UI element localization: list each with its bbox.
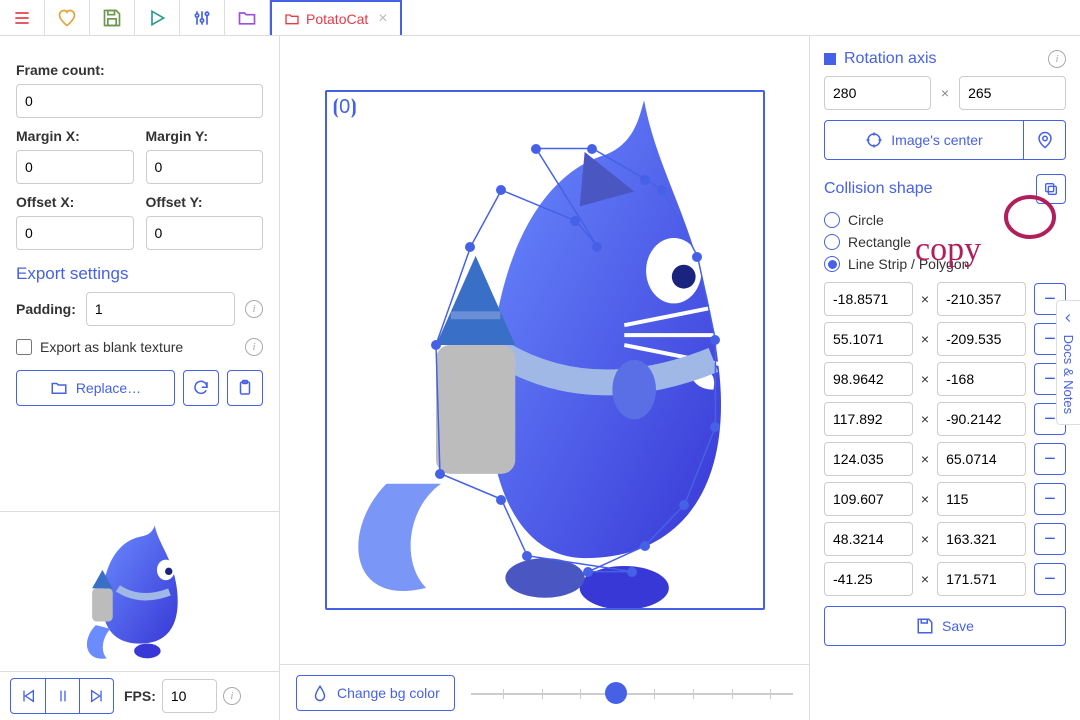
info-icon[interactable]: i — [1048, 50, 1066, 68]
blank-texture-label: Export as blank texture — [40, 339, 183, 355]
info-icon[interactable]: i — [245, 338, 263, 356]
close-icon[interactable]: × — [378, 10, 387, 28]
offset-y-input[interactable] — [146, 216, 264, 250]
clipboard-button[interactable] — [227, 370, 263, 406]
offset-y-label: Offset Y: — [146, 194, 264, 210]
remove-coord-button[interactable]: − — [1034, 483, 1066, 515]
save-icon[interactable] — [90, 0, 135, 35]
tab-label: PotatoCat — [306, 11, 368, 27]
coord-y-input[interactable] — [937, 482, 1026, 516]
padding-input[interactable] — [86, 292, 235, 326]
coord-x-input[interactable] — [824, 442, 913, 476]
info-icon[interactable]: i — [245, 300, 263, 318]
fps-input[interactable] — [162, 679, 217, 713]
export-settings-header: Export settings — [16, 264, 263, 284]
pin-button[interactable] — [1024, 120, 1066, 160]
coord-x-input[interactable] — [824, 282, 913, 316]
play-icon[interactable] — [135, 0, 180, 35]
coord-x-input[interactable] — [824, 562, 913, 596]
offset-x-input[interactable] — [16, 216, 134, 250]
heart-icon[interactable] — [45, 0, 90, 35]
remove-coord-button[interactable]: − — [1034, 523, 1066, 555]
change-bg-button[interactable]: Change bg color — [296, 675, 455, 711]
margin-x-input[interactable] — [16, 150, 134, 184]
frame-count-label: Frame count: — [16, 62, 263, 78]
coord-row: ×− — [824, 482, 1066, 516]
coord-y-input[interactable] — [937, 402, 1026, 436]
collision-shape-header: Collision shape — [824, 180, 933, 198]
rotation-y-input[interactable] — [959, 76, 1066, 110]
margin-x-label: Margin X: — [16, 128, 134, 144]
zoom-slider[interactable] — [471, 678, 793, 708]
coord-y-input[interactable] — [937, 442, 1026, 476]
menu-icon[interactable] — [0, 0, 45, 35]
replace-button[interactable]: Replace… — [16, 370, 175, 406]
remove-coord-button[interactable]: − — [1034, 563, 1066, 595]
margin-y-input[interactable] — [146, 150, 264, 184]
coord-row: ×− — [824, 362, 1066, 396]
settings-icon[interactable] — [180, 0, 225, 35]
margin-y-label: Margin Y: — [146, 128, 264, 144]
skip-forward-button[interactable] — [79, 679, 113, 713]
coord-row: ×− — [824, 522, 1066, 556]
coord-x-input[interactable] — [824, 482, 913, 516]
frame-count-input[interactable] — [16, 84, 263, 118]
image-center-button[interactable]: Image's center — [824, 120, 1024, 160]
coord-y-input[interactable] — [937, 362, 1026, 396]
coord-row: ×− — [824, 562, 1066, 596]
padding-label: Padding: — [16, 301, 76, 317]
shape-polygon-radio[interactable]: Line Strip / Polygon — [824, 256, 1066, 272]
coord-x-input[interactable] — [824, 322, 913, 356]
coord-y-input[interactable] — [937, 562, 1026, 596]
refresh-button[interactable] — [183, 370, 219, 406]
rotation-x-input[interactable] — [824, 76, 931, 110]
docs-notes-tab[interactable]: Docs & Notes — [1056, 300, 1080, 425]
tab-potatocat[interactable]: PotatoCat × — [270, 0, 402, 35]
shape-rectangle-radio[interactable]: Rectangle — [824, 234, 1066, 250]
sprite-image — [327, 92, 763, 608]
save-button[interactable]: Save — [824, 606, 1066, 646]
coord-row: ×− — [824, 282, 1066, 316]
coord-x-input[interactable] — [824, 402, 913, 436]
coord-x-input[interactable] — [824, 522, 913, 556]
info-icon[interactable]: i — [223, 687, 241, 705]
coord-y-input[interactable] — [937, 322, 1026, 356]
coord-row: ×− — [824, 402, 1066, 436]
copy-button[interactable] — [1036, 174, 1066, 204]
coord-row: ×− — [824, 322, 1066, 356]
blank-texture-checkbox[interactable] — [16, 339, 32, 355]
pause-button[interactable] — [45, 679, 79, 713]
fps-label: FPS: — [124, 688, 156, 704]
canvas[interactable]: ⦗0⦘ — [325, 90, 765, 610]
shape-circle-radio[interactable]: Circle — [824, 212, 1066, 228]
coord-row: ×− — [824, 442, 1066, 476]
coord-y-input[interactable] — [937, 522, 1026, 556]
skip-back-button[interactable] — [11, 679, 45, 713]
offset-x-label: Offset X: — [16, 194, 134, 210]
coord-x-input[interactable] — [824, 362, 913, 396]
coord-y-input[interactable] — [937, 282, 1026, 316]
remove-coord-button[interactable]: − — [1034, 443, 1066, 475]
folder-icon[interactable] — [225, 0, 270, 35]
preview-thumbnail — [0, 512, 279, 672]
rotation-axis-header: Rotation axis — [824, 50, 937, 68]
origin-marker: ⦗0⦘ — [333, 96, 357, 119]
